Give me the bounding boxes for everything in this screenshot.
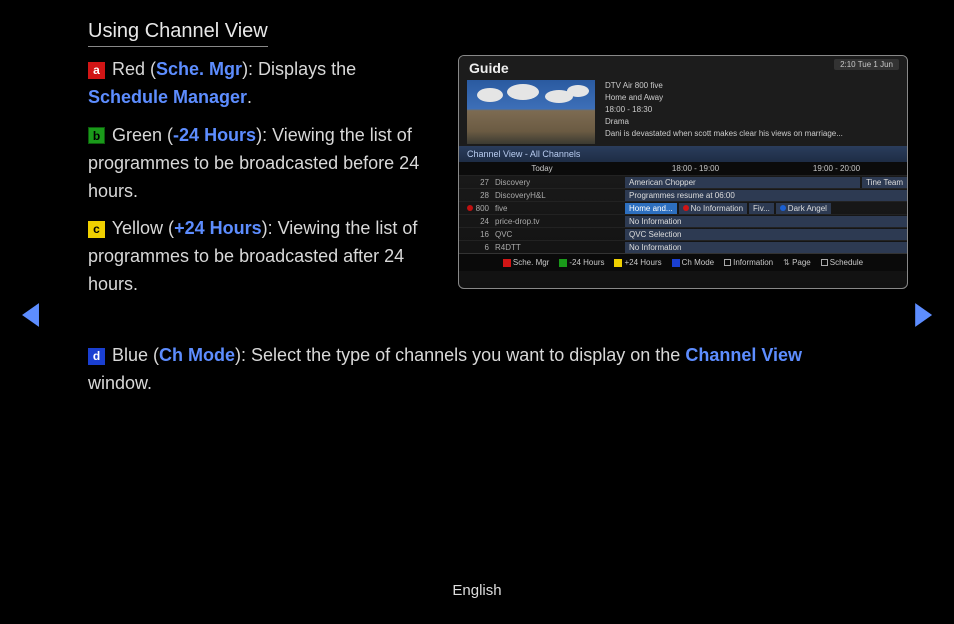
program-cells: American ChopperTine Team	[625, 177, 907, 188]
text: window.	[88, 373, 152, 393]
channel-number: 27	[459, 178, 495, 187]
meta-time: 18:00 - 18:30	[605, 104, 899, 116]
program-cell[interactable]: Home and...	[625, 203, 677, 214]
program-cell[interactable]: Programmes resume at 06:00	[625, 190, 907, 201]
legend-green-icon	[559, 259, 567, 267]
language-label: English	[0, 582, 954, 599]
program-cell[interactable]: No Information	[625, 216, 907, 227]
blue-label: Ch Mode	[159, 345, 235, 365]
channel-number: 28	[459, 191, 495, 200]
legend-blue-icon	[672, 259, 680, 267]
red-label: Sche. Mgr	[156, 59, 242, 79]
guide-preview-image	[467, 80, 595, 144]
channel-name: DiscoveryH&L	[495, 191, 625, 200]
meta-channel: DTV Air 800 five	[605, 80, 899, 92]
guide-legend: Sche. Mgr -24 Hours +24 Hours Ch Mode In…	[459, 253, 907, 271]
legend-red: Sche. Mgr	[503, 258, 549, 267]
schedule-manager-link: Schedule Manager	[88, 87, 247, 107]
program-cell[interactable]: Dark Angel	[776, 203, 831, 214]
text: Yellow (	[112, 218, 174, 238]
channel-number: 6	[459, 243, 495, 252]
legend-yellow-icon	[614, 259, 622, 267]
legend-schedule-icon	[821, 259, 828, 266]
instruction-green: b Green (-24 Hours): Viewing the list of…	[88, 122, 423, 206]
channel-name: price-drop.tv	[495, 217, 625, 226]
guide-grid-body: 27DiscoveryAmerican ChopperTine Team28Di…	[459, 175, 907, 253]
record-dot-icon	[467, 205, 473, 211]
blue-dot-icon	[780, 205, 786, 211]
program-cell[interactable]: Tine Team	[862, 177, 907, 188]
key-b-icon: b	[88, 127, 105, 144]
guide-panel: Guide 2:10 Tue 1 Jun DTV Air 800 five Ho…	[458, 55, 908, 289]
text: Red (	[112, 59, 156, 79]
channel-number: 16	[459, 230, 495, 239]
channel-name: R4DTT	[495, 243, 625, 252]
program-cell[interactable]: No Information	[679, 203, 747, 214]
guide-program-meta: DTV Air 800 five Home and Away 18:00 - 1…	[605, 80, 899, 144]
text: .	[247, 87, 252, 107]
text: Green (	[112, 125, 173, 145]
red-dot-icon	[683, 205, 689, 211]
instruction-yellow: c Yellow (+24 Hours): Viewing the list o…	[88, 215, 423, 299]
program-cells: No Information	[625, 216, 907, 227]
key-c-icon: c	[88, 221, 105, 238]
key-a-icon: a	[88, 62, 105, 79]
table-row[interactable]: 800fiveHome and...No InformationFiv...Da…	[459, 201, 907, 214]
page-title: Using Channel View	[88, 20, 268, 47]
meta-genre: Drama	[605, 116, 899, 128]
instruction-blue: d Blue (Ch Mode): Select the type of cha…	[88, 342, 858, 398]
program-cell[interactable]: QVC Selection	[625, 229, 907, 240]
table-row[interactable]: 6R4DTTNo Information	[459, 240, 907, 253]
channel-name: QVC	[495, 230, 625, 239]
channel-number: 24	[459, 217, 495, 226]
program-cell[interactable]: Fiv...	[749, 203, 774, 214]
guide-title: Guide	[469, 60, 509, 76]
program-cells: Programmes resume at 06:00	[625, 190, 907, 201]
text: ): Displays the	[242, 59, 356, 79]
instructions-block: a Red (Sche. Mgr): Displays the Schedule…	[88, 56, 423, 309]
text: Blue (	[112, 345, 159, 365]
table-row[interactable]: 27DiscoveryAmerican ChopperTine Team	[459, 175, 907, 188]
guide-clock: 2:10 Tue 1 Jun	[834, 59, 899, 70]
legend-green: -24 Hours	[559, 258, 604, 267]
legend-info: Information	[724, 258, 773, 267]
guide-header: Guide 2:10 Tue 1 Jun DTV Air 800 five Ho…	[459, 56, 907, 146]
col-slot1: 18:00 - 19:00	[625, 164, 766, 173]
col-today: Today	[459, 164, 625, 173]
legend-red-icon	[503, 259, 511, 267]
text: ): Select the type of channels you want …	[235, 345, 685, 365]
program-cells: No Information	[625, 242, 907, 253]
col-slot2: 19:00 - 20:00	[766, 164, 907, 173]
nav-prev-icon[interactable]: ◀	[22, 295, 39, 331]
legend-page: ⇅ Page	[783, 258, 811, 267]
channel-view-link: Channel View	[685, 345, 802, 365]
yellow-label: +24 Hours	[174, 218, 262, 238]
meta-desc: Dani is devastated when scott makes clea…	[605, 128, 899, 140]
guide-grid-header: Today 18:00 - 19:00 19:00 - 20:00	[459, 162, 907, 175]
channel-name: five	[495, 204, 625, 213]
program-cell[interactable]: No Information	[625, 242, 907, 253]
channel-number: 800	[459, 204, 495, 213]
instruction-red: a Red (Sche. Mgr): Displays the Schedule…	[88, 56, 423, 112]
legend-blue: Ch Mode	[672, 258, 714, 267]
legend-schedule: Schedule	[821, 258, 863, 267]
legend-yellow: +24 Hours	[614, 258, 661, 267]
guide-subheader: Channel View - All Channels	[459, 146, 907, 162]
program-cells: Home and...No InformationFiv...Dark Ange…	[625, 203, 907, 214]
table-row[interactable]: 24price-drop.tvNo Information	[459, 214, 907, 227]
legend-page-icon: ⇅	[783, 258, 790, 267]
key-d-icon: d	[88, 348, 105, 365]
channel-name: Discovery	[495, 178, 625, 187]
legend-info-icon	[724, 259, 731, 266]
table-row[interactable]: 16QVCQVC Selection	[459, 227, 907, 240]
meta-title: Home and Away	[605, 92, 899, 104]
program-cell[interactable]: American Chopper	[625, 177, 860, 188]
program-cells: QVC Selection	[625, 229, 907, 240]
nav-next-icon[interactable]: ▶	[915, 295, 932, 331]
green-label: -24 Hours	[173, 125, 256, 145]
table-row[interactable]: 28DiscoveryH&LProgrammes resume at 06:00	[459, 188, 907, 201]
